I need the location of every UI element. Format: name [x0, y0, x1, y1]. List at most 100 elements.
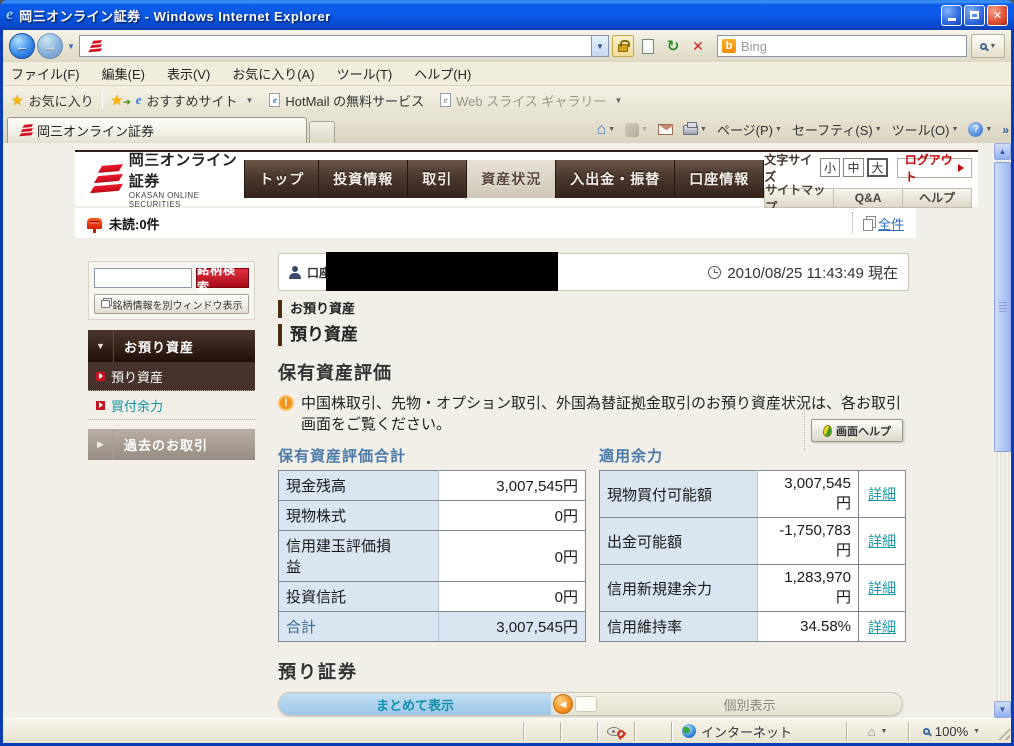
menu-favorites[interactable]: お気に入り(A): [232, 64, 314, 83]
nav-asset-status[interactable]: 資産状況: [467, 160, 556, 198]
forward-button[interactable]: →: [37, 33, 63, 59]
detail-link[interactable]: 詳細: [868, 486, 896, 502]
sidebar-item-deposit-assets[interactable]: 預り資産: [88, 362, 255, 391]
row-value: 3,007,545円: [758, 471, 859, 518]
message-bar: 未読:0件 全件: [75, 208, 916, 238]
security-lock-icon[interactable]: [612, 35, 634, 57]
screen-help-button[interactable]: 画面ヘルプ: [811, 419, 903, 442]
row-label: 出金可能額: [600, 518, 758, 565]
nav-top[interactable]: トップ: [244, 160, 319, 198]
menu-edit[interactable]: 編集(E): [102, 64, 145, 83]
recent-pages-dropdown[interactable]: ▼: [67, 42, 75, 51]
vertical-scrollbar[interactable]: ▲ ▼: [994, 143, 1011, 718]
nav-investment-info[interactable]: 投資情報: [319, 160, 408, 198]
summary-table-title: 保有資産評価合計: [278, 445, 586, 466]
margin-table: 現物買付可能額 3,007,545円 詳細 出金可能額 -1,750,783円 …: [599, 470, 906, 642]
zoom-pane[interactable]: 100% ▼: [908, 722, 994, 741]
feeds-button[interactable]: ▼: [625, 123, 648, 137]
font-size-medium-button[interactable]: 中: [843, 158, 864, 177]
site-logo[interactable]: 岡三オンライン証券 OKASAN ONLINE SECURITIES: [75, 149, 244, 209]
compatibility-view-button[interactable]: [637, 35, 659, 57]
help-button[interactable]: ヘルプ: [903, 188, 972, 208]
tab-favicon: [15, 124, 31, 138]
account-bar: 口座番号 : 2010/08/25 11:43:49 現在: [278, 253, 909, 291]
font-size-large-button[interactable]: 大: [867, 158, 888, 177]
person-icon: [289, 266, 301, 279]
favorite-web-slice-gallery[interactable]: e Web スライス ギャラリー▼: [440, 91, 622, 110]
stop-button[interactable]: ✕: [687, 35, 709, 57]
menu-bar: ファイル(F) 編集(E) 表示(V) お気に入り(A) ツール(T) ヘルプ(…: [3, 62, 1011, 86]
beginner-mark-icon: [822, 424, 833, 437]
all-messages-link[interactable]: 全件: [878, 214, 904, 233]
menu-view[interactable]: 表示(V): [167, 64, 210, 83]
safety-menu[interactable]: セーフティ(S)▼: [792, 120, 882, 139]
logout-button[interactable]: ログアウト: [897, 158, 972, 178]
nav-account-info[interactable]: 口座情報: [675, 160, 764, 198]
detail-link[interactable]: 詳細: [868, 580, 896, 596]
detail-cell: 詳細: [859, 612, 906, 642]
logo-subtitle: OKASAN ONLINE SECURITIES: [129, 191, 244, 209]
nav-deposit-withdrawal[interactable]: 入出金・振替: [556, 160, 675, 198]
resize-grip[interactable]: [998, 728, 1010, 740]
detail-cell: 詳細: [859, 471, 906, 518]
close-button[interactable]: ✕: [987, 5, 1008, 26]
privacy-pane[interactable]: [597, 722, 634, 741]
sidebar-menu-header[interactable]: ▼ お預り資産: [88, 330, 255, 362]
refresh-button[interactable]: ↻: [662, 35, 684, 57]
address-bar[interactable]: [79, 35, 592, 57]
search-box[interactable]: b Bing: [717, 35, 967, 57]
sitemap-button[interactable]: サイトマップ: [764, 188, 834, 208]
toggle-individual-view[interactable]: 個別表示: [597, 695, 902, 714]
detail-cell: 詳細: [859, 565, 906, 612]
stock-search-button[interactable]: 銘柄検索: [196, 268, 249, 288]
menu-file[interactable]: ファイル(F): [11, 64, 80, 83]
scroll-down-button[interactable]: ▼: [994, 701, 1011, 718]
toggle-grouped-view[interactable]: まとめて表示: [279, 693, 551, 715]
row-label: 現物買付可能額: [600, 471, 758, 518]
table-row: 出金可能額 -1,750,783円 詳細: [600, 518, 906, 565]
maximize-button[interactable]: [964, 5, 985, 26]
row-label: 信用建玉評価損益: [279, 531, 439, 582]
toolbar-overflow-chevron[interactable]: »: [1002, 123, 1007, 137]
toggle-knob[interactable]: ◀: [553, 694, 573, 714]
search-button[interactable]: ▼: [971, 34, 1005, 58]
tab-bar: 岡三オンライン証券 ⌂▼ ▼ ▼ ページ(P)▼ セーフティ(S)▼ ツール(O…: [3, 114, 1011, 143]
help-menu[interactable]: ?▼: [968, 122, 992, 137]
font-size-label: 文字サイズ: [764, 151, 814, 185]
home-button[interactable]: ⌂▼: [596, 121, 615, 139]
favorite-hotmail[interactable]: e HotMail の無料サービス: [269, 91, 424, 110]
row-label: 合計: [279, 612, 439, 642]
protected-mode-pane[interactable]: ⌂▼: [846, 722, 908, 741]
favorite-suggested-sites[interactable]: e おすすめサイト▼: [136, 91, 254, 110]
font-size-small-button[interactable]: 小: [820, 158, 841, 177]
sidebar-item-past-transactions[interactable]: ▶ 過去のお取引: [88, 429, 255, 460]
tools-menu[interactable]: ツール(O)▼: [892, 120, 959, 139]
command-bar: ⌂▼ ▼ ▼ ページ(P)▼ セーフティ(S)▼ ツール(O)▼ ?▼ »: [596, 120, 1007, 143]
favorites-button[interactable]: お気に入り: [29, 91, 94, 110]
tab-okasan[interactable]: 岡三オンライン証券: [7, 117, 307, 143]
print-button[interactable]: ▼: [683, 125, 707, 135]
address-dropdown[interactable]: ▼: [592, 35, 609, 57]
nav-trading[interactable]: 取引: [408, 160, 467, 198]
add-favorite-icon[interactable]: ★➔: [111, 92, 131, 109]
scroll-up-button[interactable]: ▲: [994, 143, 1011, 160]
back-button[interactable]: ←: [9, 33, 35, 59]
row-value: 1,283,970円: [758, 565, 859, 612]
stock-info-window-button[interactable]: 銘柄情報を別ウィンドウ表示: [94, 294, 249, 314]
menu-tools[interactable]: ツール(T): [337, 64, 393, 83]
favorites-star-icon: ★: [11, 92, 24, 109]
new-tab-stub[interactable]: [309, 121, 335, 143]
detail-link[interactable]: 詳細: [868, 533, 896, 549]
page-menu[interactable]: ページ(P)▼: [717, 120, 782, 139]
detail-link[interactable]: 詳細: [868, 619, 896, 635]
row-label: 投資信託: [279, 582, 439, 612]
qa-button[interactable]: Q&A: [834, 188, 903, 208]
scrollbar-thumb[interactable]: [994, 162, 1011, 452]
menu-help[interactable]: ヘルプ(H): [414, 64, 471, 83]
okasan-site: 岡三オンライン証券 OKASAN ONLINE SECURITIES トップ 投…: [75, 143, 978, 718]
stock-search-input[interactable]: [94, 268, 192, 288]
minimize-button[interactable]: [941, 5, 962, 26]
row-value: 34.58%: [758, 612, 859, 642]
read-mail-button[interactable]: [658, 124, 673, 135]
sidebar-item-buying-power[interactable]: 買付余力: [88, 391, 255, 420]
